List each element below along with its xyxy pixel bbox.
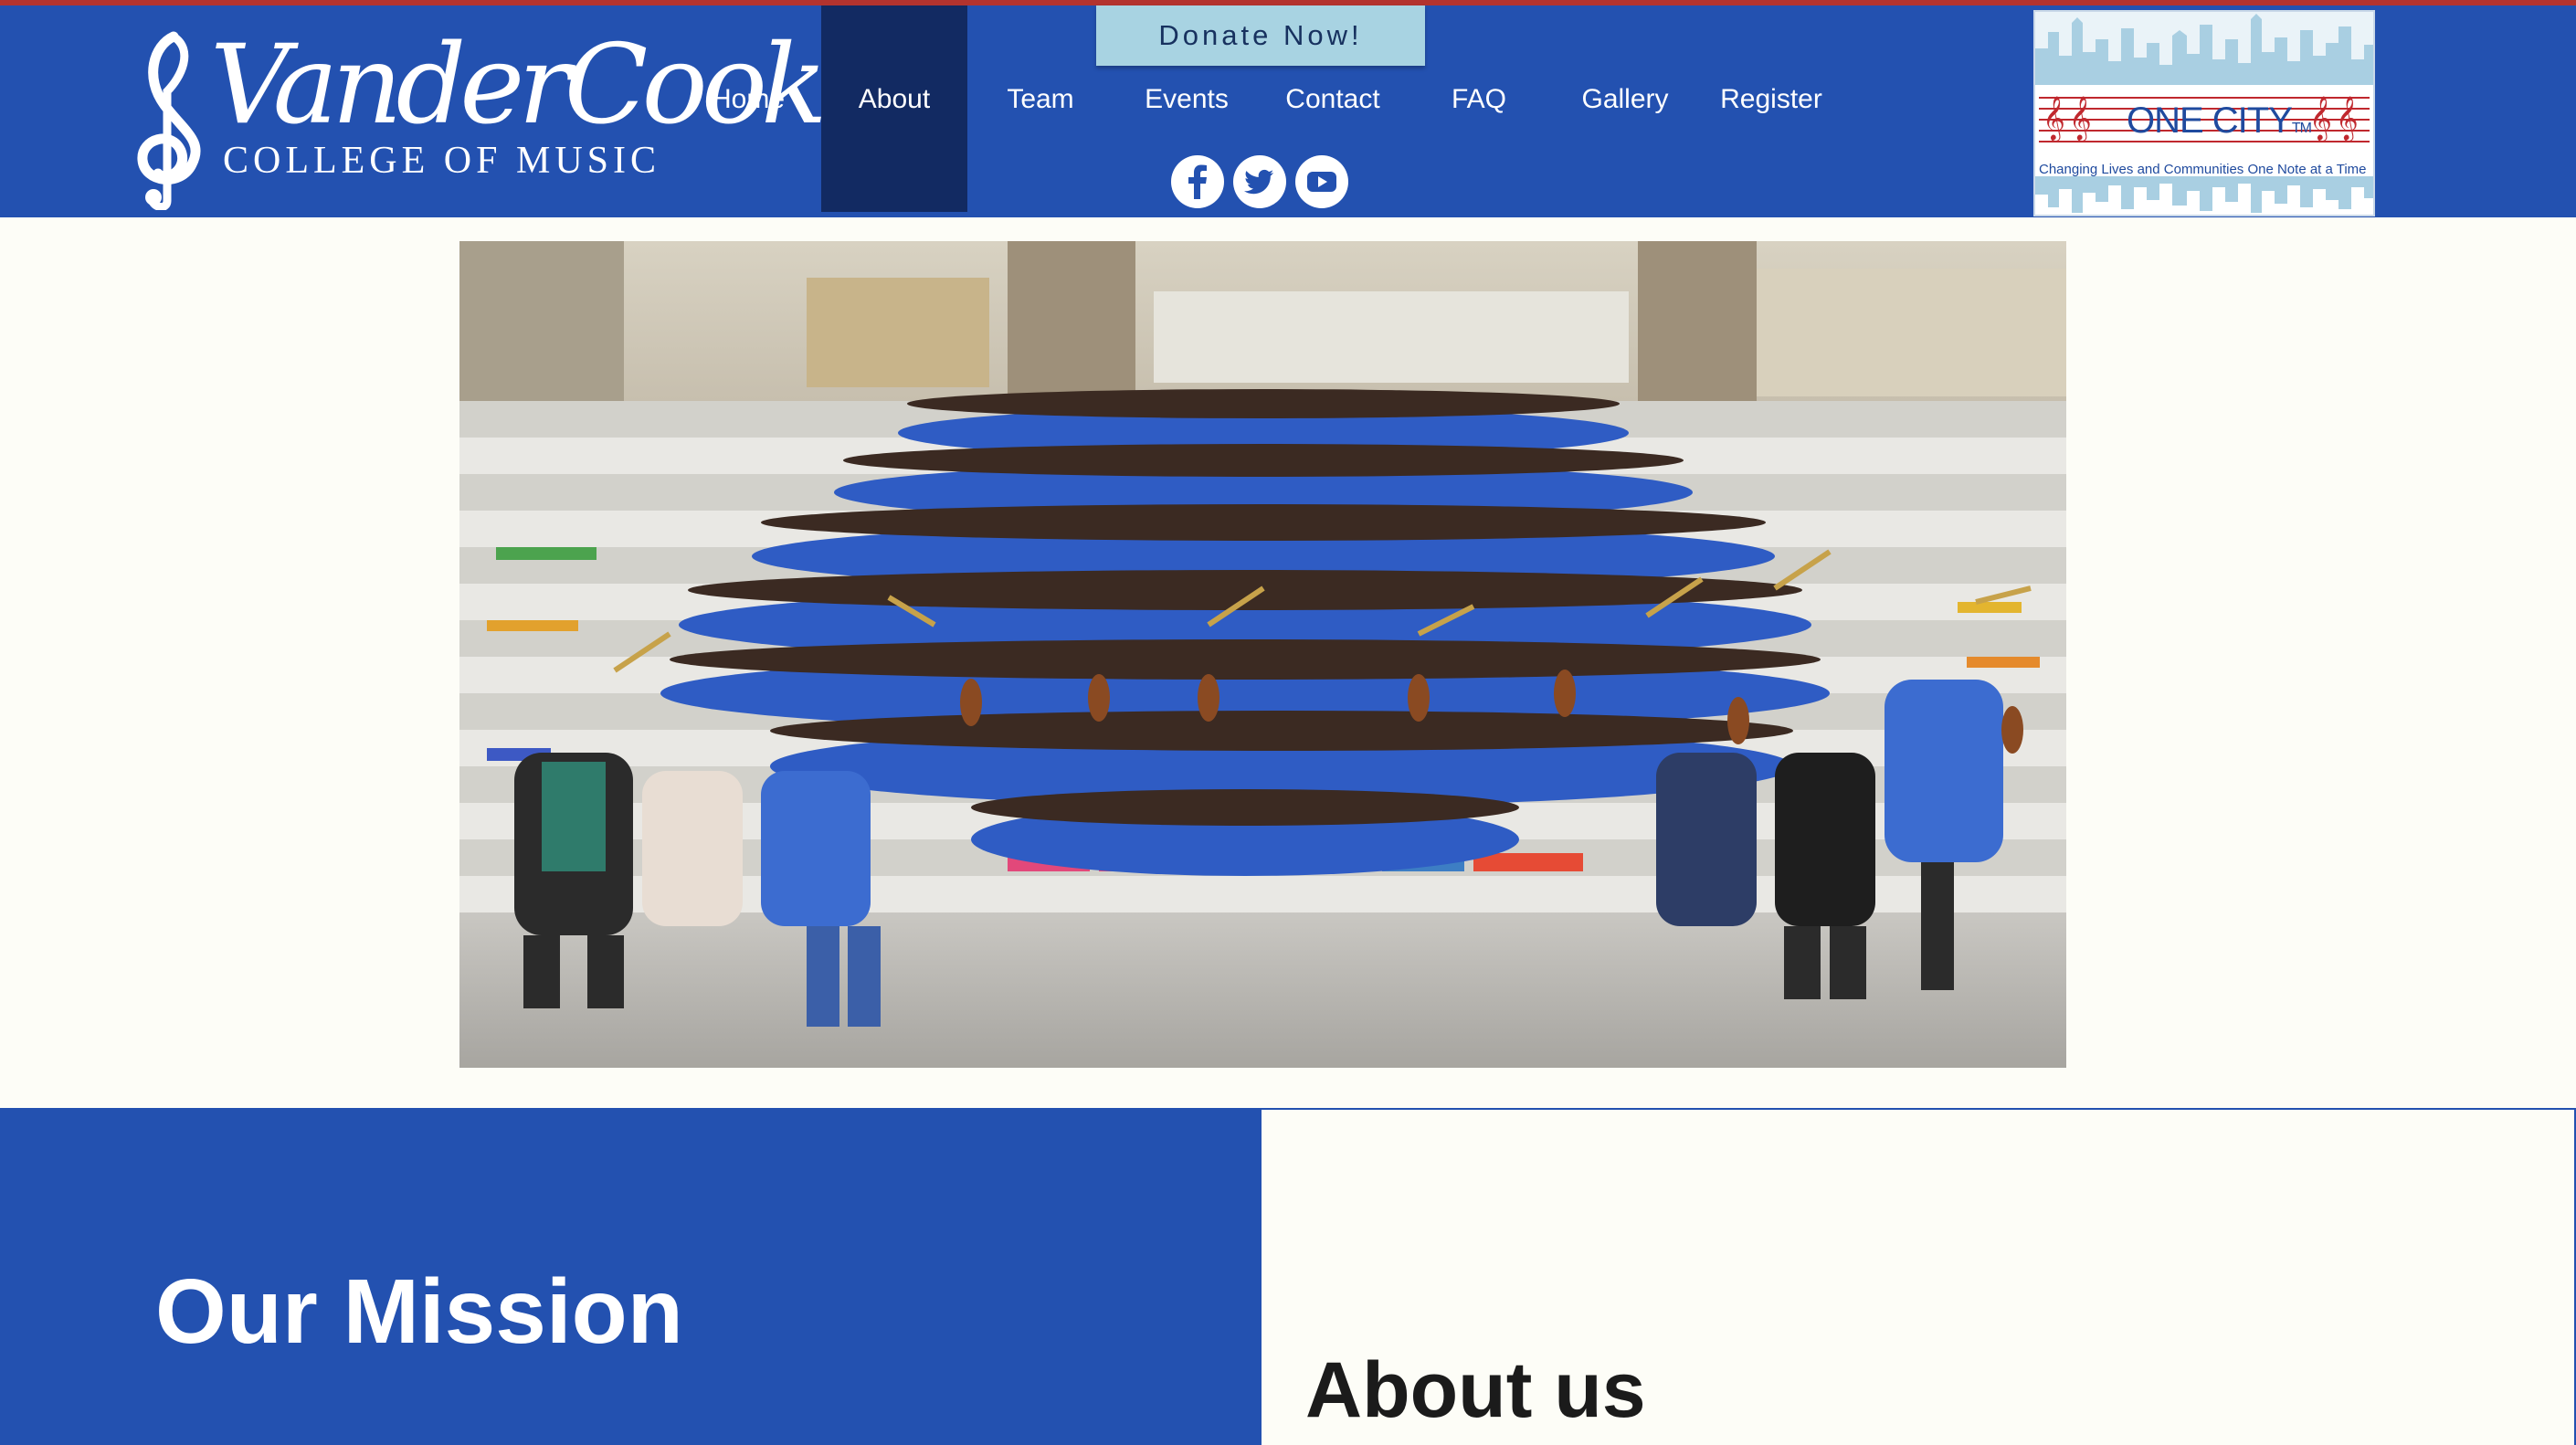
twitter-link[interactable]: [1233, 155, 1286, 208]
about-section: About us: [1260, 1108, 2576, 1445]
treble-clef-icon: 𝄞𝄞: [2043, 96, 2096, 139]
nav-register-label: Register: [1720, 84, 1822, 114]
one-city-tagline: Changing Lives and Communities One Note …: [2039, 162, 2367, 177]
twitter-icon: [1244, 169, 1273, 195]
about-heading: About us: [1305, 1346, 1646, 1434]
nav-team-label: Team: [1007, 84, 1074, 114]
youtube-icon: [1307, 172, 1336, 192]
ensemble-group-photo: [459, 241, 2066, 1068]
city-skyline-reflection-graphic: [2035, 176, 2373, 213]
nav-register[interactable]: Register: [1698, 5, 1844, 212]
donate-now-button[interactable]: Donate Now!: [1096, 5, 1425, 66]
nav-faq[interactable]: FAQ: [1406, 5, 1552, 212]
nav-home[interactable]: Home: [675, 5, 821, 212]
group-photo-illustration: [459, 241, 2066, 1068]
facebook-link[interactable]: [1171, 155, 1224, 208]
nav-faq-label: FAQ: [1451, 84, 1506, 114]
one-city-title: ONE CITYTM: [2127, 100, 2312, 142]
nav-about[interactable]: About: [821, 5, 967, 212]
nav-about-label: About: [858, 84, 931, 114]
mission-section: Our Mission: [0, 1108, 1261, 1445]
nav-gallery-label: Gallery: [1581, 84, 1669, 114]
nav-home-label: Home: [711, 84, 786, 114]
one-city-trademark: TM: [2291, 121, 2312, 136]
one-city-logo[interactable]: 𝄞𝄞 ONE CITYTM 𝄞𝄞 Changing Lives and Comm…: [2033, 10, 2375, 216]
city-skyline-graphic: [2035, 12, 2373, 85]
vandercook-logo[interactable]: VanderCook COLLEGE OF MUSIC: [117, 27, 828, 210]
youtube-link[interactable]: [1295, 155, 1348, 208]
mission-heading: Our Mission: [155, 1260, 683, 1363]
treble-clef-icon: [137, 31, 201, 210]
logo-subtitle: COLLEGE OF MUSIC: [223, 140, 661, 182]
nav-team[interactable]: Team: [967, 5, 1114, 212]
site-header: VanderCook COLLEGE OF MUSIC Home About T…: [0, 5, 2576, 217]
facebook-icon: [1188, 164, 1207, 199]
nav-gallery[interactable]: Gallery: [1552, 5, 1698, 212]
one-city-title-text: ONE CITY: [2127, 100, 2293, 141]
treble-clef-icon: 𝄞𝄞: [2309, 96, 2362, 139]
